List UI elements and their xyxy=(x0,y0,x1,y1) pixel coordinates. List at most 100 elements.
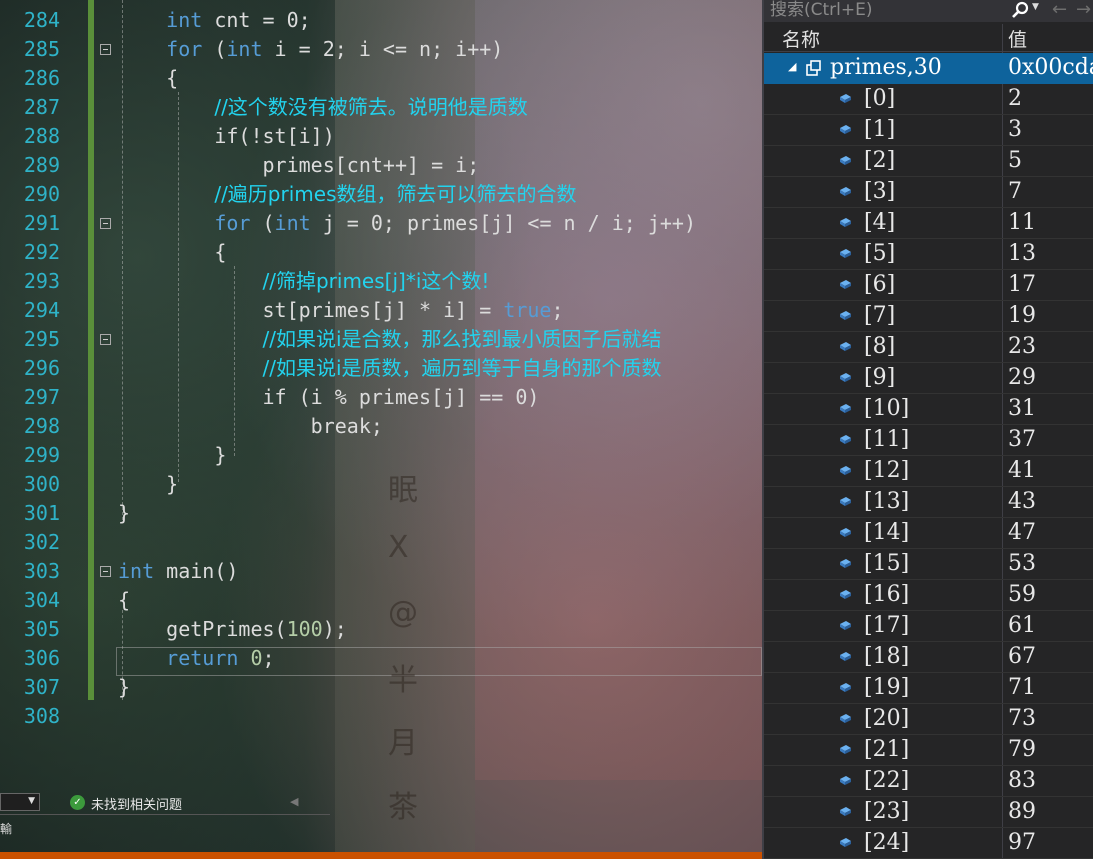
watch-value[interactable]: 11 xyxy=(1008,208,1036,238)
watch-row[interactable]: [2] 5 xyxy=(764,146,1093,177)
expand-triangle-icon[interactable]: ◢ xyxy=(788,60,796,73)
search-icon[interactable] xyxy=(1011,1,1029,19)
comment: //如果说i是合数，那么找到最小质因子后就结 xyxy=(262,327,662,351)
field-icon xyxy=(840,621,851,630)
search-forward-arrow-icon[interactable]: → xyxy=(1076,0,1091,20)
code-text: st[primes[j] * i] = xyxy=(118,298,504,322)
field-icon xyxy=(840,714,851,723)
field-icon xyxy=(840,373,851,382)
fold-toggle-icon[interactable] xyxy=(100,44,111,55)
watch-value[interactable]: 59 xyxy=(1008,580,1036,610)
watch-row[interactable]: [3] 7 xyxy=(764,177,1093,208)
watch-value[interactable]: 23 xyxy=(1008,332,1036,362)
watch-value[interactable]: 17 xyxy=(1008,270,1036,300)
watch-row[interactable]: [11] 37 xyxy=(764,425,1093,456)
code-line-290: //遍历primes数组，筛去可以筛去的合数 xyxy=(118,180,696,209)
scroll-left-icon[interactable]: ◀ xyxy=(290,795,298,808)
watch-value[interactable]: 3 xyxy=(1008,115,1022,145)
watch-value[interactable]: 41 xyxy=(1008,456,1036,486)
watch-value[interactable]: 19 xyxy=(1008,301,1036,331)
watch-name: [11] xyxy=(864,427,910,452)
watch-row[interactable]: [16] 59 xyxy=(764,580,1093,611)
search-back-arrow-icon[interactable]: ← xyxy=(1052,0,1067,20)
field-icon xyxy=(840,776,851,785)
code-text: cnt = 0; xyxy=(202,8,311,32)
line-number: 304 xyxy=(23,588,60,612)
keyword: true xyxy=(503,298,552,322)
column-header-value[interactable]: 值 xyxy=(1008,25,1027,52)
watch-value[interactable]: 31 xyxy=(1008,394,1036,424)
watch-value[interactable]: 79 xyxy=(1008,735,1036,765)
watch-row[interactable]: [15] 53 xyxy=(764,549,1093,580)
line-number: 289 xyxy=(23,153,60,177)
zoom-dropdown[interactable]: ▼ xyxy=(0,793,40,811)
watch-row[interactable]: [8] 23 xyxy=(764,332,1093,363)
watch-row[interactable]: [19] 71 xyxy=(764,673,1093,704)
code-line-295: //如果说i是合数，那么找到最小质因子后就结 xyxy=(118,325,696,354)
watch-value[interactable]: 83 xyxy=(1008,766,1036,796)
output-tab-label[interactable]: 輸 xyxy=(0,820,12,837)
field-icon xyxy=(840,745,851,754)
field-icon xyxy=(840,94,851,103)
issues-status-text[interactable]: 未找到相关问题 xyxy=(91,794,182,813)
search-options-chevron-icon[interactable]: ▼ xyxy=(1032,2,1039,12)
watch-value[interactable]: 61 xyxy=(1008,611,1036,641)
field-icon xyxy=(840,404,851,413)
code-line-289: primes[cnt++] = i; xyxy=(118,153,480,177)
line-number: 302 xyxy=(23,530,60,554)
watch-value[interactable]: 73 xyxy=(1008,704,1036,734)
watch-row[interactable]: [13] 43 xyxy=(764,487,1093,518)
watch-row[interactable]: [10] 31 xyxy=(764,394,1093,425)
watch-value[interactable]: 0x00cda xyxy=(1008,53,1093,83)
watch-name: primes,30 xyxy=(830,55,942,80)
watch-row[interactable]: [0] 2 xyxy=(764,84,1093,115)
watch-value[interactable]: 37 xyxy=(1008,425,1036,455)
code-editor[interactable]: 284 285 286 287 288 289 290 291 292 293 … xyxy=(0,0,762,859)
watch-value[interactable]: 2 xyxy=(1008,84,1022,114)
watch-row[interactable]: [17] 61 xyxy=(764,611,1093,642)
watch-value[interactable]: 5 xyxy=(1008,146,1022,176)
watch-row[interactable]: [22] 83 xyxy=(764,766,1093,797)
watch-row[interactable]: [12] 41 xyxy=(764,456,1093,487)
watch-row[interactable]: [7] 19 xyxy=(764,301,1093,332)
fold-toggle-icon[interactable] xyxy=(100,218,111,229)
line-number: 287 xyxy=(23,95,60,119)
watch-value[interactable]: 71 xyxy=(1008,673,1036,703)
watch-row[interactable]: [18] 67 xyxy=(764,642,1093,673)
watch-value[interactable]: 43 xyxy=(1008,487,1036,517)
keyword: int xyxy=(226,37,263,61)
watch-row[interactable]: [14] 47 xyxy=(764,518,1093,549)
line-number: 300 xyxy=(23,472,60,496)
watch-row[interactable]: [6] 17 xyxy=(764,270,1093,301)
watch-value[interactable]: 29 xyxy=(1008,363,1036,393)
field-icon xyxy=(840,590,851,599)
watch-value[interactable]: 89 xyxy=(1008,797,1036,827)
watch-row[interactable]: [9] 29 xyxy=(764,363,1093,394)
watch-value[interactable]: 53 xyxy=(1008,549,1036,579)
watch-value[interactable]: 47 xyxy=(1008,518,1036,548)
field-icon xyxy=(840,683,851,692)
search-bar[interactable]: 搜索(Ctrl+E) ▼ ← → xyxy=(764,0,1093,22)
watch-row[interactable]: [21] 79 xyxy=(764,735,1093,766)
watch-row[interactable]: [1] 3 xyxy=(764,115,1093,146)
watch-value[interactable]: 7 xyxy=(1008,177,1022,207)
watch-name: [7] xyxy=(864,303,896,328)
fold-toggle-icon[interactable] xyxy=(100,334,111,345)
watch-value[interactable]: 97 xyxy=(1008,828,1036,858)
column-header-name[interactable]: 名称 xyxy=(782,25,820,52)
watch-row[interactable]: [24] 97 xyxy=(764,828,1093,859)
watch-value[interactable]: 67 xyxy=(1008,642,1036,672)
line-number: 292 xyxy=(23,240,60,264)
watch-value[interactable]: 13 xyxy=(1008,239,1036,269)
watch-row[interactable]: [23] 89 xyxy=(764,797,1093,828)
search-input[interactable]: 搜索(Ctrl+E) xyxy=(770,0,873,20)
watch-row[interactable]: [5] 13 xyxy=(764,239,1093,270)
watch-name: [6] xyxy=(864,272,896,297)
watch-row-root[interactable]: ◢ primes,30 0x00cda xyxy=(764,53,1093,84)
fold-toggle-icon[interactable] xyxy=(100,566,111,577)
watch-row[interactable]: [20] 73 xyxy=(764,704,1093,735)
watch-row[interactable]: [4] 11 xyxy=(764,208,1093,239)
